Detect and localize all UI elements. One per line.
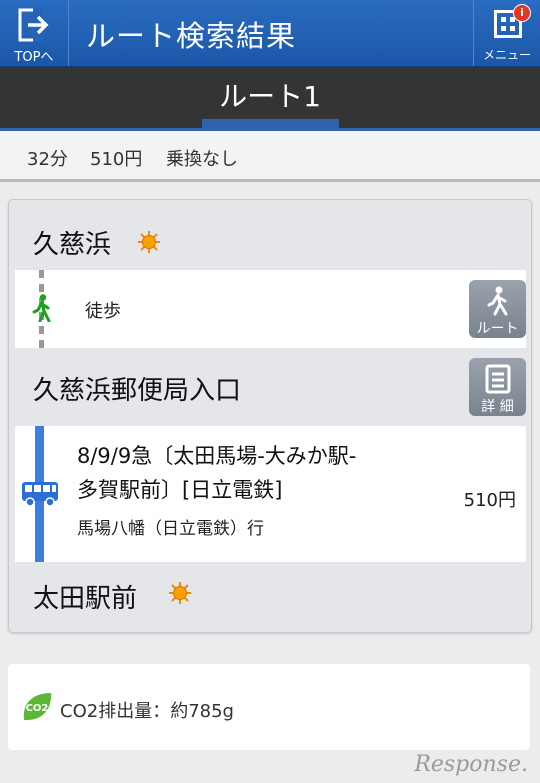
route-summary: 32分 510円 乗換なし [0, 131, 540, 182]
station-start[interactable]: 久慈浜 [33, 224, 111, 261]
menu-button-label: メニュー [482, 48, 531, 62]
notification-badge: i [513, 4, 531, 22]
station-end[interactable]: 太田駅前 [33, 578, 137, 615]
walk-route-button-label: ルート [476, 321, 519, 337]
tab-route-1[interactable]: ルート1 [0, 75, 540, 115]
sun-icon [169, 582, 191, 604]
detail-button[interactable]: 詳 細 [469, 358, 526, 416]
route-card: 久慈浜 徒歩 ルート 久慈浜郵便局入口 詳 細 8/9/9急〔太田馬場-大みか駅… [8, 199, 532, 633]
detail-button-label: 詳 細 [481, 399, 514, 415]
exit-icon [18, 8, 49, 42]
bus-icon [22, 482, 58, 507]
document-icon [485, 364, 511, 394]
route-tab-bar: ルート1 [0, 67, 540, 131]
summary-fare: 510円 [90, 149, 143, 170]
page-title: ルート検索結果 [86, 19, 297, 53]
app-header: TOPへ ルート検索結果 i メニュー [0, 0, 540, 67]
walk-icon [32, 294, 51, 322]
station-transfer[interactable]: 久慈浜郵便局入口 [33, 370, 241, 407]
bus-route-name-line2: 多賀駅前〕[日立電鉄] [77, 478, 283, 502]
top-button[interactable]: TOPへ [0, 0, 69, 66]
co2-emission-box: CO2 CO2排出量：約785g [8, 664, 530, 750]
active-tab-indicator [202, 119, 339, 128]
bus-fare: 510円 [463, 490, 516, 511]
menu-button[interactable]: i メニュー [473, 0, 540, 66]
summary-time: 32分 [27, 149, 68, 170]
co2-text: CO2排出量：約785g [60, 701, 234, 722]
bus-destination: 馬場八幡（日立電鉄）行 [77, 519, 264, 539]
walk-segment: 徒歩 [15, 270, 526, 348]
walk-route-button[interactable]: ルート [469, 280, 526, 338]
walk-icon [487, 286, 508, 316]
co2-leaf-icon: CO2 [23, 693, 52, 721]
watermark: Response. [414, 752, 528, 777]
svg-text:CO2: CO2 [26, 703, 49, 714]
bus-segment[interactable]: 8/9/9急〔太田馬場-大みか駅- 多賀駅前〕[日立電鉄] 馬場八幡（日立電鉄）… [15, 426, 526, 562]
summary-transfer: 乗換なし [166, 149, 238, 170]
bus-route-name-line1: 8/9/9急〔太田馬場-大みか駅- [77, 444, 357, 468]
walk-label: 徒歩 [85, 301, 121, 322]
top-button-label: TOPへ [14, 50, 54, 65]
sun-icon [138, 231, 160, 253]
